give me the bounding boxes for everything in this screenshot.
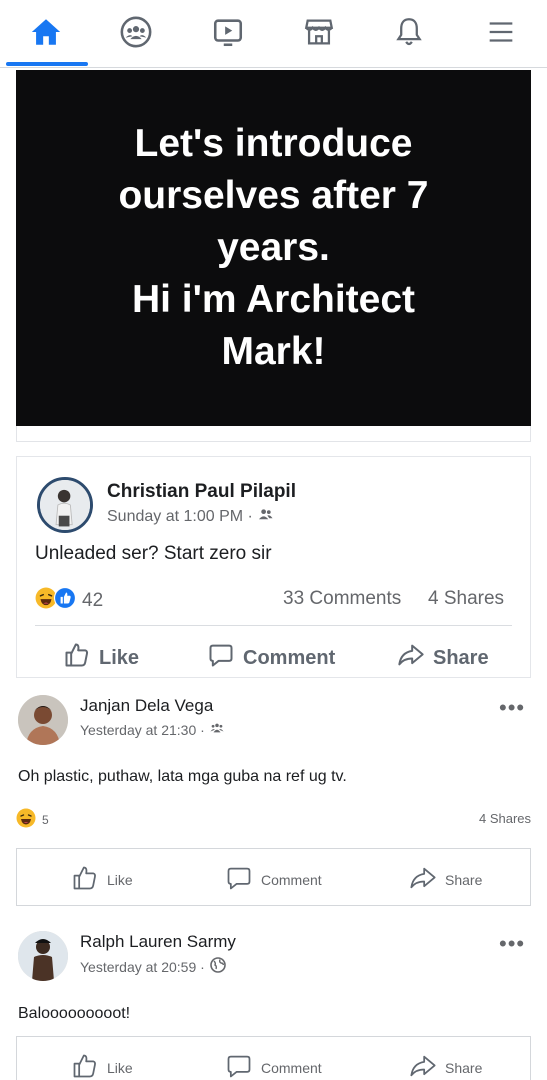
more-options-button[interactable]: •••	[499, 697, 525, 719]
post-text: Balooooooooot!	[18, 1005, 131, 1022]
comment-label: Comment	[243, 646, 336, 669]
post-text: Unleaded ser? Start zero sir	[35, 543, 272, 564]
comment-bubble-icon	[225, 1052, 253, 1080]
top-navigation-bar	[0, 0, 547, 68]
group-audience-icon	[210, 721, 224, 738]
notifications-bell-icon[interactable]	[389, 10, 429, 54]
comments-count-link[interactable]: 33 Comments	[283, 588, 401, 610]
share-button[interactable]: Share	[409, 1052, 482, 1080]
thumbs-up-icon	[71, 1052, 99, 1080]
post-image[interactable]: Let's introduce ourselves after 7 years.…	[16, 70, 531, 426]
like-label: Like	[99, 646, 140, 669]
reactions-summary[interactable]: 5	[16, 808, 49, 831]
image-caption-line: ourselves after 7	[118, 174, 429, 217]
post-timestamp[interactable]: Yesterday at 21:30 ·	[80, 722, 205, 738]
friends-audience-icon	[258, 507, 273, 527]
watch-icon[interactable]	[208, 10, 248, 54]
shares-count-link[interactable]: 4 Shares	[428, 588, 504, 610]
comment-label: Comment	[261, 1059, 322, 1076]
like-label: Like	[107, 1059, 133, 1076]
post-meta: Yesterday at 21:30 ·	[80, 721, 224, 738]
post-author-name[interactable]: Ralph Lauren Sarmy	[80, 932, 236, 952]
image-caption-line: Let's introduce	[134, 122, 413, 165]
share-arrow-icon	[397, 641, 425, 675]
globe-public-icon	[209, 957, 226, 976]
like-label: Like	[107, 871, 133, 888]
post-action-bar: Like Comment Share	[16, 848, 531, 906]
post-timestamp[interactable]: Yesterday at 20:59 ·	[80, 959, 205, 975]
post-meta: Yesterday at 20:59 ·	[80, 957, 226, 976]
avatar[interactable]	[18, 931, 68, 981]
divider	[35, 625, 512, 626]
comment-bubble-icon	[225, 864, 253, 895]
image-caption-line: Mark!	[221, 330, 326, 373]
home-icon[interactable]	[26, 10, 66, 54]
avatar[interactable]	[18, 695, 68, 745]
image-caption-line: Hi i'm Architect	[131, 278, 416, 321]
groups-icon[interactable]	[116, 10, 156, 54]
share-label: Share	[445, 1059, 483, 1076]
share-label: Share	[433, 646, 489, 669]
image-caption-line: years.	[217, 226, 330, 269]
comment-label: Comment	[261, 871, 322, 888]
like-reaction-icon	[54, 587, 76, 614]
more-options-button[interactable]: •••	[499, 933, 525, 955]
thumbs-up-icon	[71, 864, 99, 895]
thumbs-up-icon	[63, 641, 91, 675]
comment-button[interactable]: Comment	[225, 1052, 322, 1080]
like-button[interactable]: Like	[63, 641, 139, 675]
shared-post-card: Christian Paul Pilapil Sunday at 1:00 PM…	[16, 456, 531, 678]
like-button[interactable]: Like	[71, 1052, 133, 1080]
marketplace-icon[interactable]	[299, 10, 339, 54]
image-card-footer	[16, 426, 531, 442]
avatar[interactable]	[37, 477, 93, 533]
share-button[interactable]: Share	[409, 864, 482, 895]
like-button[interactable]: Like	[71, 864, 133, 895]
post-timestamp[interactable]: Sunday at 1:00 PM ·	[107, 508, 253, 526]
share-button[interactable]: Share	[397, 641, 489, 675]
share-arrow-icon	[409, 864, 437, 895]
share-label: Share	[445, 871, 483, 888]
image-caption-text: Let's introduce ourselves after 7 years.…	[16, 118, 531, 378]
post-meta: Sunday at 1:00 PM ·	[107, 507, 273, 527]
post-author-name[interactable]: Janjan Dela Vega	[80, 696, 213, 716]
active-tab-indicator	[6, 62, 88, 66]
share-arrow-icon	[409, 1052, 437, 1080]
post-author-name[interactable]: Christian Paul Pilapil	[107, 481, 296, 503]
comment-bubble-icon	[207, 641, 235, 675]
post-text: Oh plastic, puthaw, lata mga guba na ref…	[18, 768, 347, 785]
shares-count-link[interactable]: 4 Shares	[479, 811, 531, 826]
menu-icon[interactable]	[481, 10, 521, 54]
comment-button[interactable]: Comment	[207, 641, 335, 675]
comment-button[interactable]: Comment	[225, 864, 322, 895]
reaction-count: 42	[82, 589, 104, 611]
haha-reaction-icon	[16, 808, 36, 831]
reactions-summary[interactable]: 42	[35, 587, 103, 614]
reaction-count: 5	[42, 812, 49, 827]
post-action-bar: Like Comment Share	[16, 1036, 531, 1080]
